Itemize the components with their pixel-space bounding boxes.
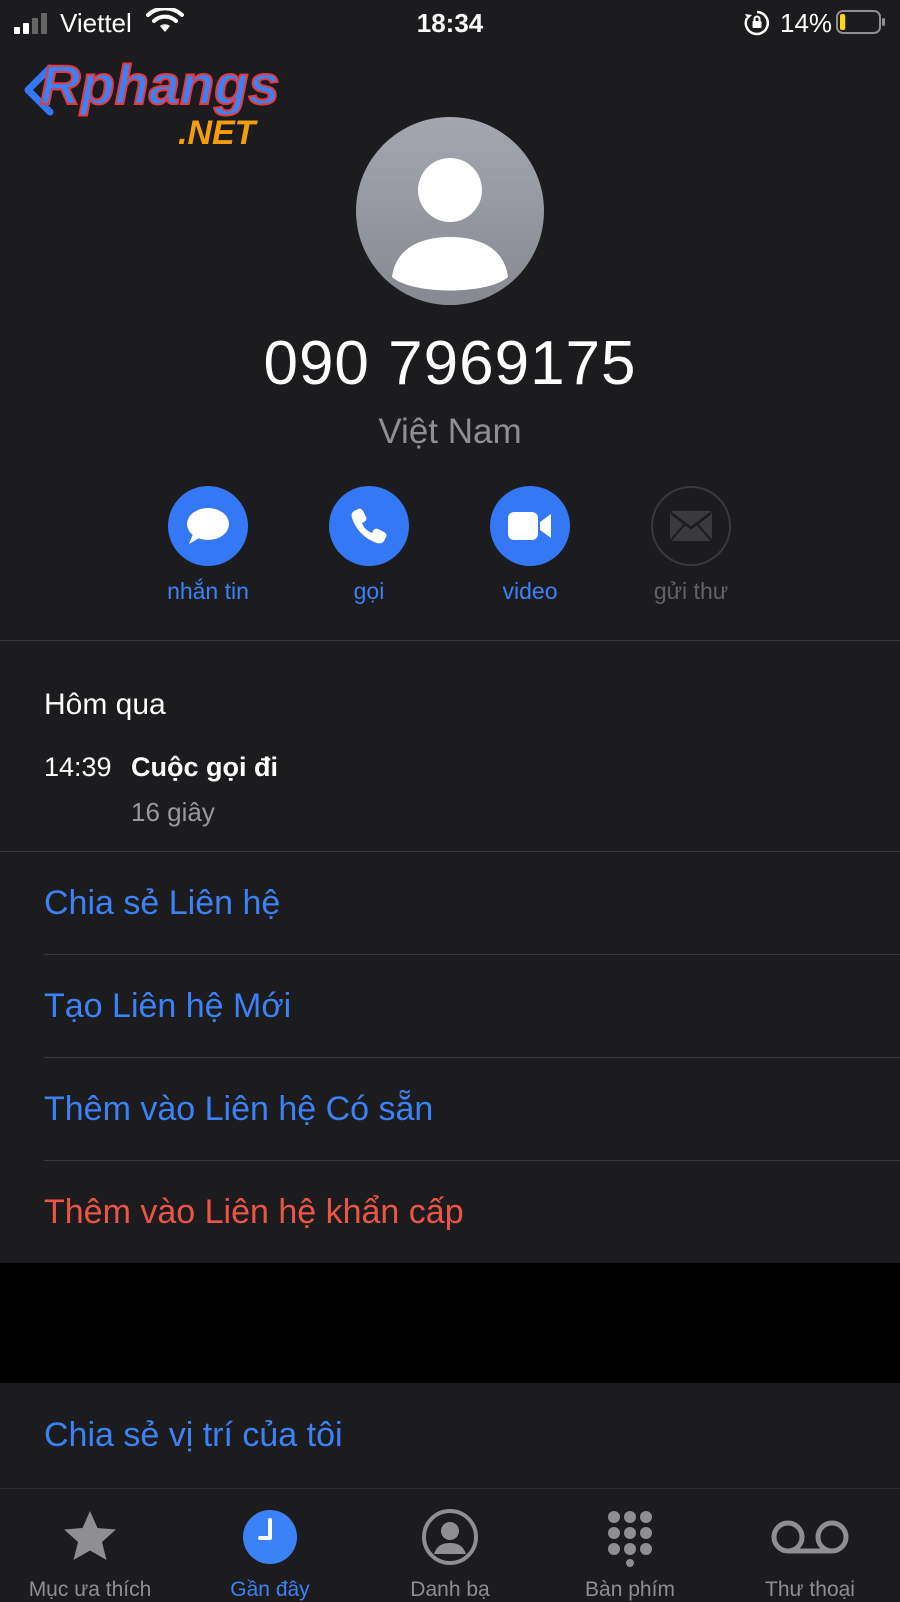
call-time: 14:39 (44, 752, 112, 782)
tab-keypad[interactable]: Bàn phím (540, 1489, 720, 1602)
section-gap (0, 1263, 900, 1383)
tab-bar: Mục ưa thích Gần đây Danh bạ Bàn phím Th… (0, 1488, 900, 1601)
contacts-icon (422, 1509, 478, 1565)
menu-separator (44, 1160, 900, 1161)
section-divider (0, 851, 900, 852)
call-button[interactable]: gọi (289, 486, 449, 605)
message-icon (187, 508, 229, 544)
watermark-main-text: Rphangs (40, 56, 280, 116)
contact-avatar (356, 117, 544, 305)
tab-contacts-label: Danh bạ (410, 1578, 490, 1601)
status-bar: Viettel 18:34 14% (0, 0, 900, 46)
tab-keypad-label: Bàn phím (585, 1578, 675, 1601)
contact-actions: nhắn tin gọi video gửi thư (0, 486, 900, 606)
add-to-emergency-contact-button[interactable]: Thêm vào Liên hệ khẩn cấp (44, 1193, 464, 1232)
message-button[interactable]: nhắn tin (128, 486, 288, 605)
video-label: video (502, 578, 558, 604)
tab-favorites-label: Mục ưa thích (28, 1578, 152, 1601)
battery-icon (836, 10, 885, 34)
share-location-button[interactable]: Chia sẻ vị trí của tôi (44, 1416, 343, 1455)
clock-icon (243, 1510, 297, 1564)
mail-button[interactable]: gửi thư (611, 486, 771, 605)
menu-separator (44, 1057, 900, 1058)
mail-icon (670, 511, 712, 541)
tab-voicemail-label: Thư thoại (765, 1578, 855, 1601)
battery-percent: 14% (780, 8, 833, 38)
section-divider (0, 640, 900, 641)
share-contact-button[interactable]: Chia sẻ Liên hệ (44, 884, 280, 923)
menu-separator (44, 954, 900, 955)
call-label: gọi (353, 578, 385, 604)
star-icon (64, 1511, 116, 1560)
phone-icon (351, 508, 387, 544)
keypad-icon (608, 1511, 652, 1567)
video-button[interactable]: video (450, 486, 610, 605)
contact-country: Việt Nam (378, 412, 522, 451)
tab-recents[interactable]: Gần đây (180, 1489, 360, 1602)
recents-date-header: Hôm qua (44, 688, 166, 721)
video-icon (508, 512, 551, 540)
call-duration: 16 giây (131, 797, 215, 827)
watermark-logo: Rphangs .NET (24, 52, 281, 152)
mail-label: gửi thư (653, 578, 729, 604)
create-new-contact-button[interactable]: Tạo Liên hệ Mới (44, 987, 291, 1026)
add-to-existing-contact-button[interactable]: Thêm vào Liên hệ Có sẵn (44, 1090, 433, 1129)
voicemail-icon (771, 1520, 849, 1554)
tab-favorites[interactable]: Mục ưa thích (0, 1489, 180, 1602)
back-button[interactable]: Rphangs .NET (22, 52, 322, 156)
tab-contacts[interactable]: Danh bạ (360, 1489, 540, 1602)
watermark-sub-text: .NET (178, 114, 259, 152)
call-type: Cuộc gọi đi (131, 752, 278, 782)
contact-phone-number: 090 7969175 (263, 329, 637, 398)
tab-voicemail[interactable]: Thư thoại (720, 1489, 900, 1602)
message-label: nhắn tin (167, 578, 249, 604)
orientation-lock-icon (744, 10, 770, 36)
tab-recents-label: Gần đây (230, 1578, 310, 1601)
